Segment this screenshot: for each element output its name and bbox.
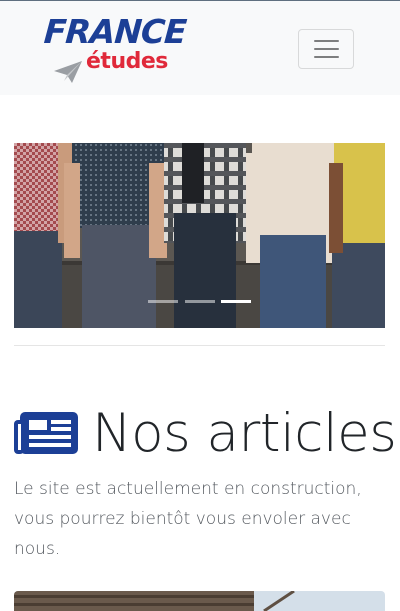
section-lead-text: Le site est actuellement en construction… bbox=[14, 479, 362, 559]
section-divider bbox=[14, 345, 385, 346]
brand-name-france: FRANCE bbox=[42, 12, 188, 51]
newspaper-icon bbox=[14, 412, 78, 454]
image-carousel[interactable] bbox=[14, 143, 385, 328]
article-card-image[interactable] bbox=[14, 591, 385, 611]
section-heading: Nos articles bbox=[14, 402, 397, 464]
carousel-indicator-1[interactable] bbox=[148, 300, 178, 303]
carousel-indicators bbox=[148, 300, 268, 304]
carousel-indicator-3[interactable] bbox=[221, 300, 251, 303]
navbar: FRANCE études bbox=[0, 1, 400, 95]
brand-name-etudes: études bbox=[86, 49, 168, 74]
brand-logo[interactable]: FRANCE études bbox=[42, 12, 187, 85]
section-title: Nos articles bbox=[92, 402, 397, 464]
navbar-toggle-button[interactable] bbox=[298, 29, 354, 69]
carousel-indicator-2[interactable] bbox=[185, 300, 215, 303]
eiffel-tower-image bbox=[14, 591, 385, 611]
paper-plane-icon bbox=[54, 61, 82, 83]
